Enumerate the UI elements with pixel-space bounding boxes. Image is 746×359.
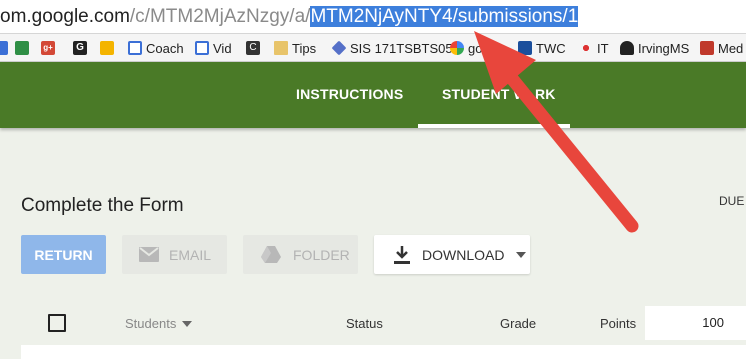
annotation-arrow xyxy=(474,31,639,233)
arrow-shaft xyxy=(498,63,639,233)
arrow-head xyxy=(474,31,536,94)
